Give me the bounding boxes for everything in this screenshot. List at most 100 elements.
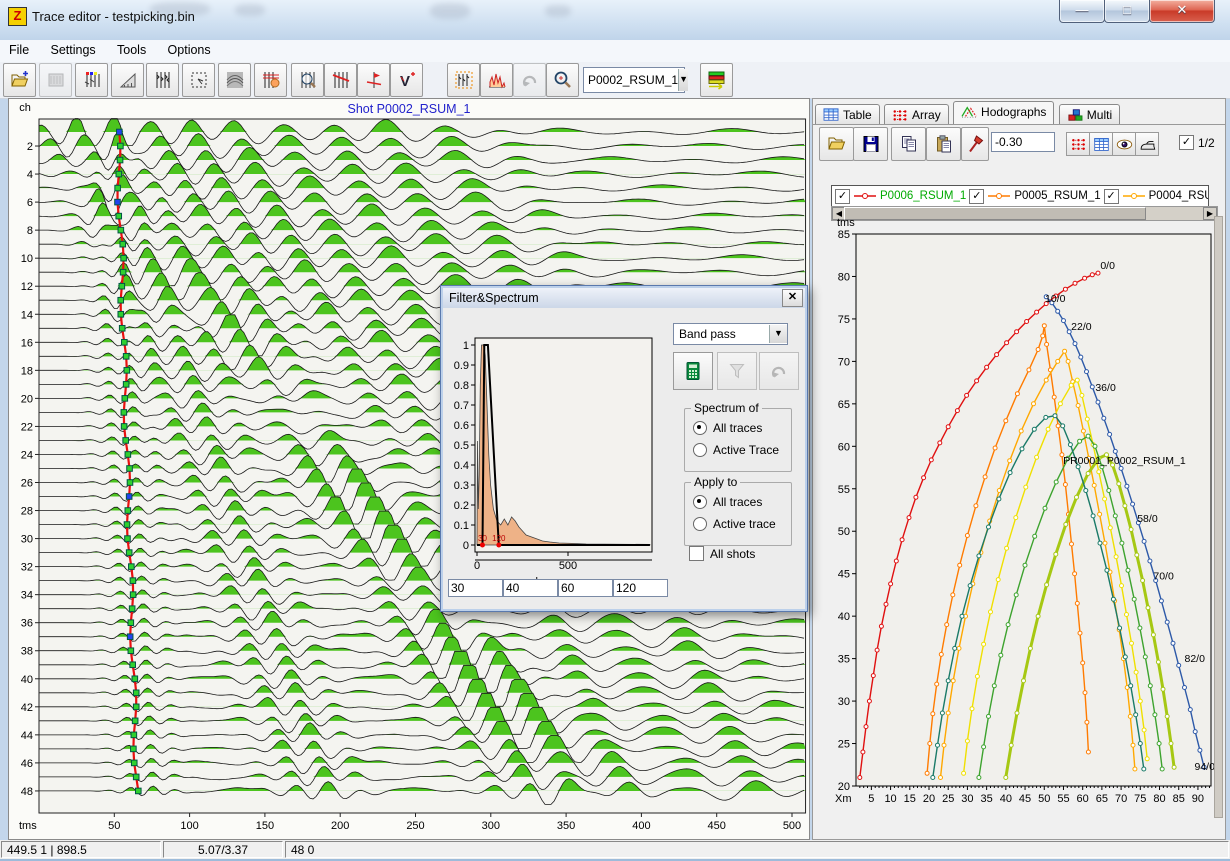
all-shots-control[interactable]: All shots	[689, 546, 755, 561]
svg-text:70: 70	[838, 356, 850, 368]
compute-spectrum-button[interactable]	[673, 352, 713, 390]
filter-type-dropdown[interactable]: Band pass ▼	[673, 323, 788, 345]
stack-button[interactable]	[700, 63, 733, 97]
legend-checkbox[interactable]: ✓	[1104, 189, 1119, 204]
svg-text:40: 40	[838, 611, 850, 623]
velocity-model-button[interactable]	[218, 63, 251, 97]
svg-text:22: 22	[21, 421, 33, 433]
menu-file[interactable]: File	[0, 40, 38, 60]
open-hodograph-button[interactable]	[819, 127, 854, 161]
legend-checkbox[interactable]: ✓	[835, 189, 850, 204]
trace-parameters-button[interactable]	[75, 63, 108, 97]
chevron-down-icon[interactable]: ▼	[678, 69, 688, 91]
svg-text:22/0: 22/0	[1071, 321, 1092, 333]
filter-spectrum-dialog[interactable]: Filter&Spectrum ✕ 10.90.80.70.60.50.40.3…	[440, 285, 808, 612]
zoom-picks-button[interactable]	[291, 63, 324, 97]
freq-low-cut-input[interactable]	[448, 579, 503, 597]
menu-settings[interactable]: Settings	[42, 40, 105, 60]
traces-view-button[interactable]	[146, 63, 179, 97]
minimize-button[interactable]: ―	[1059, 0, 1105, 23]
tab-array[interactable]: Array	[884, 104, 949, 124]
save-hodograph-button[interactable]	[853, 127, 888, 161]
offset-input[interactable]	[991, 132, 1055, 152]
chevron-down-icon[interactable]: ▼	[769, 325, 787, 343]
svg-text:0.4: 0.4	[454, 460, 469, 472]
ruler-button[interactable]	[111, 63, 144, 97]
aero-glass-smudge	[430, 3, 470, 19]
svg-text:450: 450	[708, 820, 726, 832]
hand-pick-button[interactable]	[254, 63, 287, 97]
svg-text:94/0: 94/0	[1194, 761, 1215, 773]
radio-icon[interactable]	[693, 517, 707, 531]
freq-high-pass-input[interactable]	[558, 579, 613, 597]
svg-text:0.2: 0.2	[454, 500, 469, 512]
aero-glass-smudge	[235, 4, 265, 16]
svg-text:24: 24	[21, 449, 33, 461]
svg-text:6: 6	[27, 197, 33, 209]
trace-display-button[interactable]	[39, 63, 72, 97]
menu-tools[interactable]: Tools	[108, 40, 155, 60]
apply-to-active-trace[interactable]: Active trace	[693, 517, 791, 531]
close-button[interactable]: ✕	[1149, 0, 1215, 23]
svg-text:8: 8	[27, 225, 33, 237]
tab-hodographs[interactable]: Hodographs	[953, 101, 1054, 124]
window-titlebar[interactable]: Z Trace editor - testpicking.bin ― □ ✕	[0, 0, 1230, 41]
pick-flag-button[interactable]	[357, 63, 390, 97]
hodograph-chart[interactable]: tms8580757065605550454035302520510152025…	[815, 216, 1217, 826]
copy-button[interactable]	[891, 127, 926, 161]
legend-label: P0004_RSUM_1	[1149, 190, 1209, 202]
spectrum-button[interactable]	[480, 63, 513, 97]
option-label: All traces	[713, 421, 762, 435]
tab-multi[interactable]: Multi	[1059, 104, 1120, 124]
undo-button[interactable]	[513, 63, 546, 97]
select-traces-button[interactable]	[447, 63, 480, 97]
dialog-titlebar[interactable]: Filter&Spectrum	[443, 288, 805, 308]
smooth-button[interactable]	[1135, 132, 1159, 156]
freq-low-pass-input[interactable]	[503, 579, 558, 597]
spectrum-of-active-trace[interactable]: Active Trace	[693, 443, 791, 457]
legend-item[interactable]: ✓P0005_RSUM_1	[966, 189, 1100, 204]
paste-button[interactable]	[926, 127, 961, 161]
pick-traces-button[interactable]	[324, 63, 357, 97]
legend-item[interactable]: ✓P0006_RSUM_1	[832, 189, 966, 204]
hodograph-vscrollbar[interactable]	[1214, 216, 1223, 818]
shot-selector-dropdown[interactable]: P0002_RSUM_1 ▼	[583, 67, 685, 93]
svg-text:85: 85	[838, 229, 850, 241]
all-shots-checkbox[interactable]	[689, 546, 704, 561]
half-ratio-control[interactable]: ✓ 1/2	[1179, 135, 1215, 150]
apply-to-group: Apply to All traces Active trace	[684, 482, 792, 546]
apply-to-all-traces[interactable]: All traces	[693, 495, 791, 509]
svg-text:200: 200	[331, 820, 349, 832]
apply-filter-button[interactable]	[717, 352, 757, 390]
tab-table[interactable]: Table	[815, 104, 880, 124]
zoom-button[interactable]	[546, 63, 579, 97]
freq-high-cut-input[interactable]	[613, 579, 668, 597]
traces-hand-icon	[261, 70, 281, 90]
svg-text:44: 44	[21, 730, 33, 742]
visibility-button[interactable]	[1112, 132, 1136, 156]
axe-edit-button[interactable]	[961, 127, 989, 161]
half-ratio-checkbox[interactable]: ✓	[1179, 135, 1194, 150]
radio-icon[interactable]	[693, 421, 707, 435]
open-file-button[interactable]	[3, 63, 36, 97]
velocity-v2-button[interactable]: V	[390, 63, 423, 97]
spectrum-of-all-traces[interactable]: All traces	[693, 421, 791, 435]
menu-options[interactable]: Options	[159, 40, 220, 60]
svg-text:28: 28	[21, 506, 33, 518]
radio-icon[interactable]	[693, 495, 707, 509]
spectrum-of-label: Spectrum of	[691, 401, 762, 415]
legend-checkbox[interactable]: ✓	[969, 189, 984, 204]
radio-icon[interactable]	[693, 443, 707, 457]
show-array-button[interactable]	[1066, 132, 1090, 156]
select-region-button[interactable]	[182, 63, 215, 97]
show-table-button[interactable]	[1089, 132, 1113, 156]
spectrum-icon	[487, 70, 507, 90]
wavefield-gradient-icon	[225, 70, 245, 90]
pick-flag-icon	[364, 70, 384, 90]
svg-text:120: 120	[492, 534, 506, 543]
dialog-close-button[interactable]: ✕	[782, 289, 803, 307]
legend-item[interactable]: ✓ P0004_RSUM_1	[1101, 189, 1209, 204]
maximize-button[interactable]: □	[1104, 0, 1150, 23]
svg-text:42: 42	[21, 702, 33, 714]
undo-filter-button[interactable]	[759, 352, 799, 390]
